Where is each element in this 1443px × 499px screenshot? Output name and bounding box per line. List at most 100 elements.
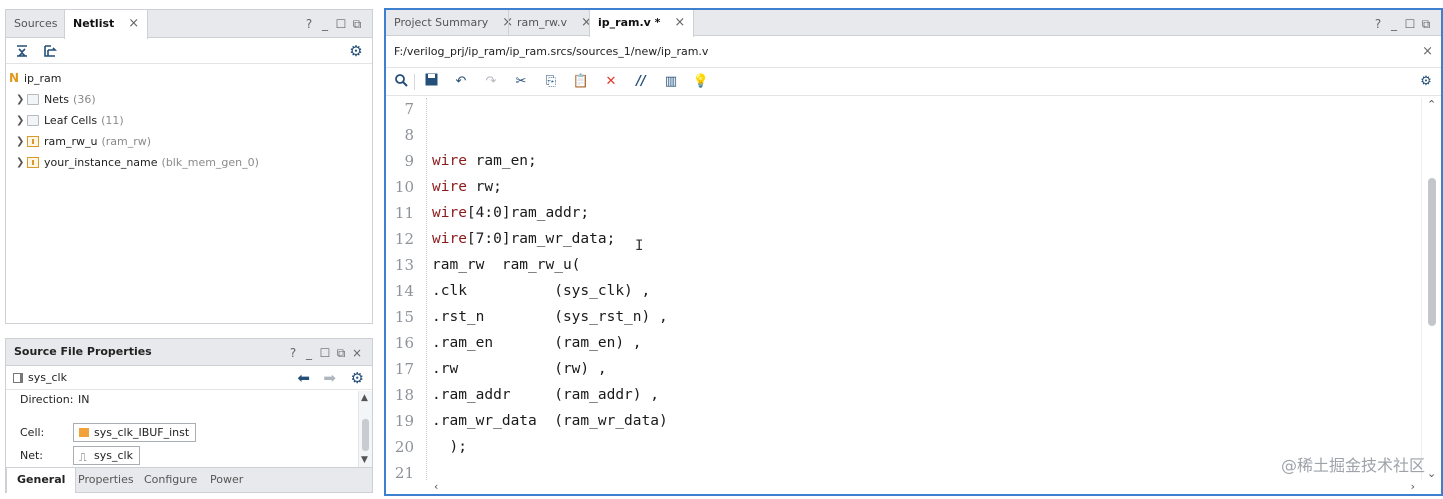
editor-horizontal-scrollbar[interactable]: ‹ › (386, 480, 1441, 494)
line-number: 18 (394, 386, 414, 404)
save-icon[interactable] (422, 73, 440, 91)
close-icon[interactable]: × (128, 16, 139, 31)
tree-item-ram-rw-u[interactable]: ❯ ram_rw_u (ram_rw) (6, 131, 372, 152)
tab-properties[interactable]: Properties (68, 468, 144, 493)
tab-netlist[interactable]: Netlist × (64, 10, 149, 39)
code-line[interactable]: wire[4:0]ram_addr; (432, 205, 589, 221)
code-line[interactable]: .ram_en (ram_en) , (432, 335, 642, 351)
code-line[interactable]: .rst_n (sys_rst_n) , (432, 309, 668, 325)
netlist-toolbar: ⚙ (6, 38, 372, 64)
port-icon (13, 373, 23, 383)
scroll-right-icon[interactable]: › (1411, 480, 1415, 493)
maximize-icon[interactable]: ☐ (1403, 10, 1419, 38)
redo-icon[interactable]: ↷ (482, 73, 500, 91)
scroll-down-icon[interactable]: ▼ (361, 455, 368, 465)
gear-icon[interactable]: ⚙ (351, 369, 364, 387)
line-number: 19 (394, 412, 414, 430)
code-line[interactable]: ); (432, 439, 466, 455)
code-line[interactable]: wire[7:0]ram_wr_data; (432, 231, 615, 247)
window-controls: ? _ ☐ ⧉ (302, 10, 366, 38)
help-icon[interactable]: ? (1371, 10, 1387, 38)
tab-configure[interactable]: Configure (134, 468, 207, 493)
code-line[interactable]: ram_rw ram_rw_u( (432, 257, 580, 273)
code-text-segment: .rw (rw) , (432, 361, 607, 377)
expand-all-icon[interactable] (42, 43, 58, 59)
maximize-icon[interactable]: ☐ (318, 339, 334, 367)
tab-ip-ram-v[interactable]: ip_ram.v * × (589, 10, 695, 37)
file-path-bar: F:/verilog_prj/ip_ram/ip_ram.srcs/source… (386, 36, 1441, 68)
scroll-left-icon[interactable]: ‹ (434, 480, 438, 493)
cell-value-link[interactable]: sys_clk_IBUF_inst (73, 423, 197, 442)
scroll-up-icon[interactable]: ⌃ (1427, 98, 1436, 111)
lightbulb-icon[interactable]: 💡 (692, 73, 710, 91)
help-icon[interactable]: ? (302, 10, 318, 38)
props-body: Direction: IN Cell: sys_clk_IBUF_inst Ne… (6, 391, 358, 467)
chevron-right-icon[interactable]: ❯ (16, 152, 24, 173)
code-text-segment: ram_en; (466, 153, 537, 169)
tab-power[interactable]: Power (200, 468, 253, 493)
text-cursor-icon: I (635, 238, 644, 254)
chevron-right-icon[interactable]: ❯ (16, 110, 24, 131)
minimize-icon[interactable]: _ (318, 10, 334, 38)
tab-ram-rw-v[interactable]: ram_rw.v × (508, 10, 600, 36)
tab-project-summary[interactable]: Project Summary × (386, 10, 521, 36)
minimize-icon[interactable]: _ (1387, 10, 1403, 38)
scroll-up-icon[interactable]: ▲ (361, 393, 368, 403)
back-arrow-icon[interactable]: ⬅ (297, 369, 310, 387)
scroll-down-icon[interactable]: ⌄ (1427, 467, 1436, 480)
code-line[interactable]: .clk (sys_clk) , (432, 283, 650, 299)
line-number: 16 (394, 334, 414, 352)
window-controls: ? _ ☐ ⧉ (1371, 10, 1435, 38)
chevron-right-icon[interactable]: ❯ (16, 131, 24, 152)
code-line[interactable]: wire rw; (432, 179, 502, 195)
copy-icon[interactable]: ⎘ (542, 73, 560, 91)
source-file-properties-panel: Source File Properties ? _ ☐ ⧉ × sys_clk ⬅ ➡… (5, 338, 373, 493)
props-scrollbar[interactable]: ▲ ▼ (358, 391, 372, 467)
code-line[interactable]: .ram_addr (ram_addr) , (432, 387, 659, 403)
close-icon[interactable]: × (1422, 36, 1433, 68)
float-icon[interactable]: ⧉ (1419, 10, 1435, 38)
gear-icon[interactable]: ⚙ (348, 42, 364, 60)
gear-icon[interactable]: ⚙ (1417, 73, 1435, 91)
editor-vertical-scrollbar[interactable]: ⌃ ⌄ (1421, 98, 1441, 480)
forward-arrow-icon[interactable]: ➡ (323, 369, 336, 387)
close-icon[interactable]: × (350, 339, 366, 367)
float-icon[interactable]: ⧉ (350, 10, 366, 38)
net-value-link[interactable]: ⎍ sys_clk (73, 446, 140, 465)
code-text-segment: [7:0]ram_wr_data; (466, 231, 616, 247)
tab-sources[interactable]: Sources (6, 10, 66, 38)
close-icon[interactable]: × (674, 15, 685, 30)
scroll-thumb[interactable] (1428, 178, 1436, 326)
maximize-icon[interactable]: ☐ (334, 10, 350, 38)
minimize-icon[interactable]: _ (302, 339, 318, 367)
search-icon[interactable] (392, 73, 410, 91)
tree-item-your-instance-name[interactable]: ❯ your_instance_name (blk_mem_gen_0) (6, 152, 372, 173)
column-icon[interactable]: ▥ (662, 73, 680, 91)
code-line[interactable]: .rw (rw) , (432, 361, 607, 377)
help-icon[interactable]: ? (286, 339, 302, 367)
tab-general[interactable]: General (6, 468, 77, 493)
scroll-thumb[interactable] (362, 419, 369, 451)
tree-item-leaf-cells[interactable]: ❯ Leaf Cells (11) (6, 110, 372, 131)
cut-icon[interactable]: ✂ (512, 73, 530, 91)
chevron-right-icon[interactable]: ❯ (16, 89, 24, 110)
tree-root[interactable]: N ip_ram (6, 68, 372, 89)
undo-icon[interactable]: ↶ (452, 73, 470, 91)
paste-icon[interactable]: 📋 (572, 73, 590, 91)
net-value: sys_clk (94, 449, 133, 462)
tree-item-count: (blk_mem_gen_0) (161, 156, 259, 169)
code-line[interactable]: .ram_wr_data (ram_wr_data) (432, 413, 668, 429)
netlist-panel: Sources Netlist × ? _ ☐ ⧉ ⚙ N ip_ram ❯ Nets(… (5, 9, 373, 324)
tab-sources-label: Sources (14, 17, 58, 30)
comment-icon[interactable]: // (632, 73, 650, 91)
code-line[interactable]: wire ram_en; (432, 153, 537, 169)
folder-icon (27, 115, 39, 126)
keyword: wire (432, 179, 467, 195)
collapse-all-icon[interactable] (14, 43, 30, 59)
float-icon[interactable]: ⧉ (334, 339, 350, 367)
tree-item-nets[interactable]: ❯ Nets (36) (6, 89, 372, 110)
code-area[interactable]: 7 8 9 10 11 12 13 14 15 16 17 18 19 20 21 wire ram_en;… (386, 98, 1419, 480)
netlist-tabbar: Sources Netlist × ? _ ☐ ⧉ (6, 10, 372, 39)
net-icon: ⎍ (79, 451, 87, 464)
delete-icon[interactable]: ✕ (602, 73, 620, 91)
